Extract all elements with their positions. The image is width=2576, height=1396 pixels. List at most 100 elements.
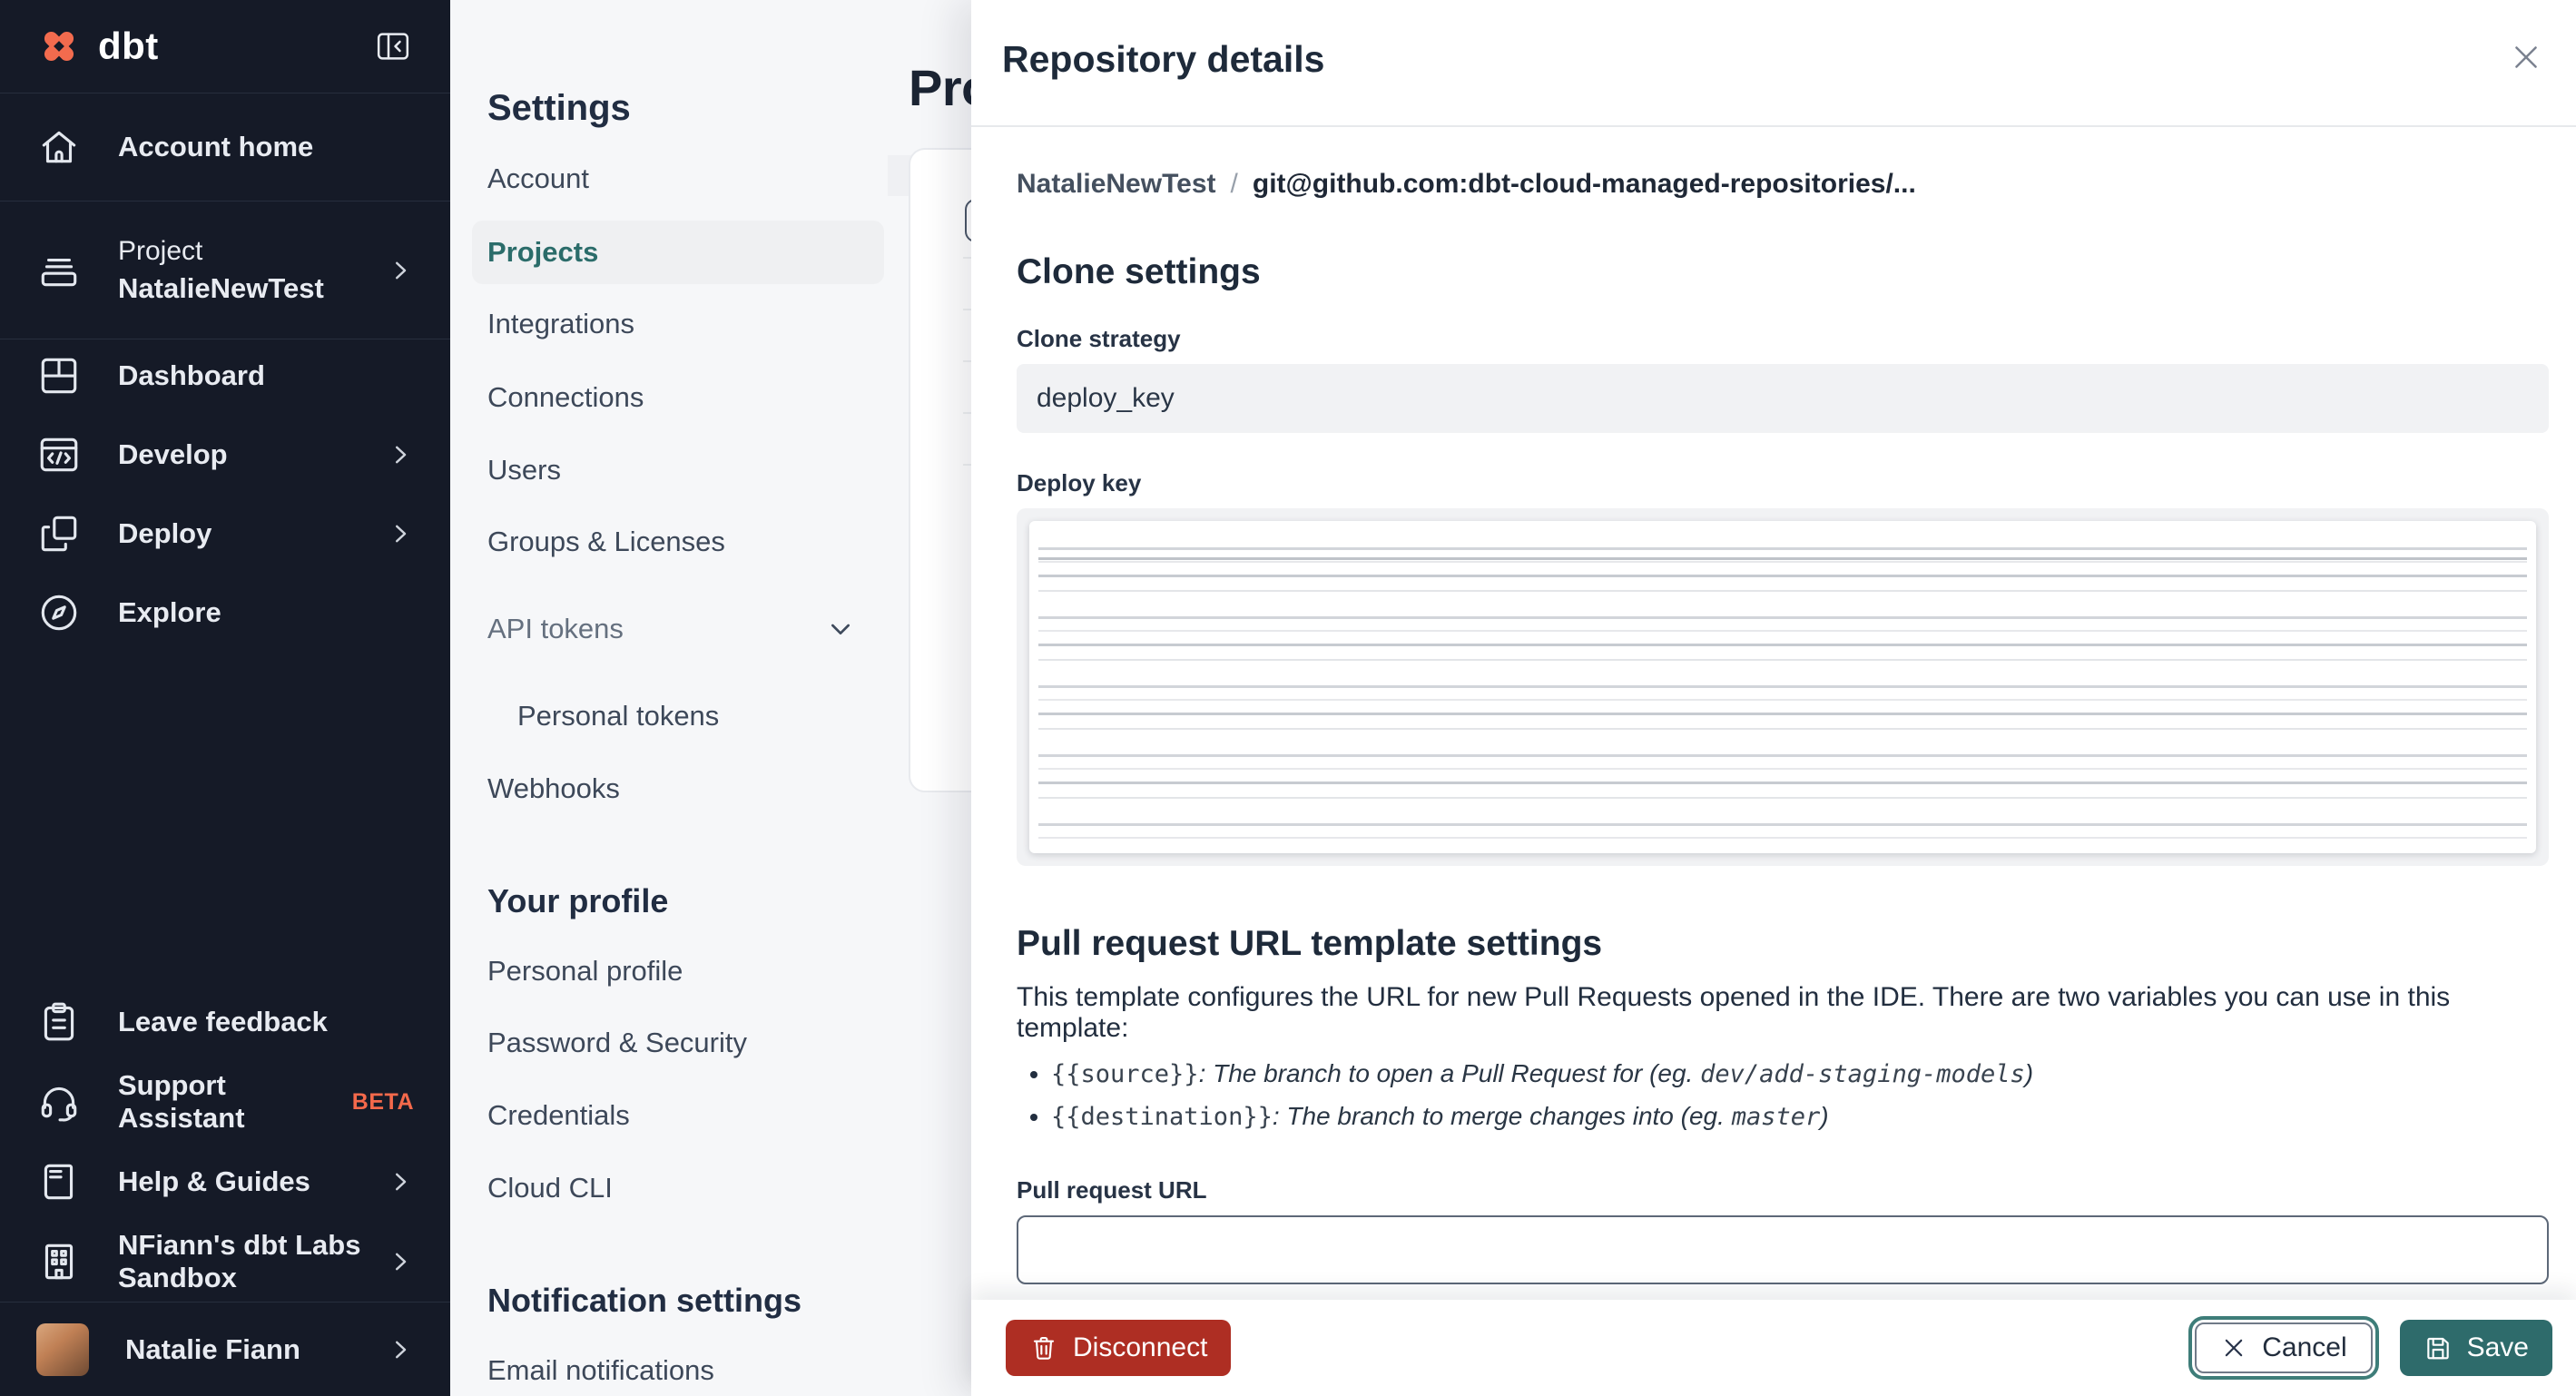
sidebar-collapse-button[interactable] [372,28,414,64]
project-name: NatalieNewTest [118,271,324,304]
sidebar-item-org-sandbox[interactable]: NFiann's dbt Labs Sandbox [0,1222,450,1302]
sidebar-item-develop[interactable]: Develop [0,415,450,494]
close-icon[interactable] [2503,34,2549,80]
sidebar-item-label: Dashboard [118,359,265,391]
sidebar-item-label: Explore [118,595,221,628]
sidebar-item-label: Deploy [118,516,212,549]
trash-icon [1029,1333,1058,1362]
dashboard-icon [36,353,82,398]
disconnect-button[interactable]: Disconnect [1006,1320,1232,1376]
project-label: Project [118,235,203,266]
sidebar-item-label: Develop [118,437,228,470]
nav-item-groups-licenses[interactable]: Groups & Licenses [487,526,725,558]
sidebar-header: dbt [0,0,450,93]
settings-nav-title: Settings [487,88,631,128]
clone-strategy-label: Clone strategy [1017,325,1181,352]
sidebar-item-label: Leave feedback [118,1006,328,1037]
save-button[interactable]: Save [2399,1320,2552,1376]
sidebar-item-leave-feedback[interactable]: Leave feedback [0,982,450,1062]
sidebar-item-user[interactable]: Natalie Fiann [0,1302,450,1396]
clone-settings-heading: Clone settings [1017,252,1261,291]
sidebar-item-label: Help & Guides [118,1165,310,1197]
headset-icon [36,1079,82,1125]
building-icon [36,1239,82,1284]
destination-variable-code: {{destination}} [1051,1103,1273,1131]
notification-settings-heading: Notification settings [487,1282,802,1319]
sidebar-item-support-assistant[interactable]: Support Assistant BETA [0,1062,450,1142]
beta-badge: BETA [351,1088,414,1115]
source-variable-close: ) [2024,1059,2034,1087]
clipboard-icon [36,999,82,1045]
cancel-button[interactable]: Cancel [2188,1316,2379,1380]
sidebar-item-project[interactable]: Project NatalieNewTest [0,202,450,339]
sidebar-item-deploy[interactable]: Deploy [0,494,450,573]
source-variable-example: dev/add-staging-models [1700,1060,2025,1088]
chevron-right-icon [387,257,414,284]
pr-template-description: This template configures the URL for new… [1017,982,2451,1043]
deploy-key-redacted-content [1029,521,2536,853]
sidebar-item-help-guides[interactable]: Help & Guides [0,1142,450,1222]
list-item-destination: {{destination}}: The branch to merge cha… [1051,1096,2549,1138]
breadcrumb-repo: git@github.com:dbt-cloud-managed-reposit… [1252,169,1916,199]
nav-item-password-security[interactable]: Password & Security [487,1027,747,1059]
nav-item-users[interactable]: Users [487,454,561,487]
chevron-right-icon [387,1248,414,1275]
chevron-down-icon[interactable] [826,614,855,644]
sidebar-item-dashboard[interactable]: Dashboard [0,336,450,415]
user-name: Natalie Fiann [125,1332,300,1365]
panel-header: Repository details [971,0,2576,127]
settings-nav: Settings Account Projects Integrations C… [450,0,888,1396]
save-button-label: Save [2466,1332,2529,1362]
sidebar-item-label: Support Assistant [118,1069,245,1134]
chevron-right-icon [387,441,414,468]
nav-item-personal-profile[interactable]: Personal profile [487,955,683,988]
pull-request-url-label: Pull request URL [1017,1176,1207,1204]
save-disk-icon [2424,1333,2453,1362]
develop-code-icon [36,432,82,477]
nav-item-cloud-cli[interactable]: Cloud CLI [487,1172,613,1204]
nav-item-credentials[interactable]: Credentials [487,1099,630,1132]
pr-template-variables-list: {{source}}: The branch to open a Pull Re… [1017,1053,2549,1138]
chevron-right-icon [387,1336,414,1363]
your-profile-heading: Your profile [487,882,669,919]
nav-item-connections[interactable]: Connections [487,381,644,414]
pull-request-url-input[interactable] [1017,1215,2549,1284]
breadcrumb-project[interactable]: NatalieNewTest [1017,169,1216,200]
deploy-icon [36,511,82,556]
disconnect-button-label: Disconnect [1073,1332,1208,1362]
panel-body: NatalieNewTest / git@github.com:dbt-clou… [1017,129,2549,1300]
nav-item-webhooks[interactable]: Webhooks [487,772,620,805]
sidebar-item-explore[interactable]: Explore [0,573,450,652]
deploy-key-field[interactable] [1017,508,2549,866]
repository-details-panel: Repository details NatalieNewTest / git@… [971,0,2576,1396]
destination-variable-close: ) [1820,1102,1829,1130]
source-variable-text: : The branch to open a Pull Request for … [1198,1059,1701,1087]
nav-item-integrations[interactable]: Integrations [487,308,634,340]
explore-compass-icon [36,590,82,635]
sidebar-item-account-home[interactable]: Account home [0,93,450,202]
sidebar-bottom: Leave feedback Support Assistant BETA He… [0,982,450,1396]
nav-item-api-tokens[interactable]: API tokens [487,613,624,645]
panel-footer: Disconnect Cancel Save [971,1300,2576,1396]
breadcrumb: NatalieNewTest / git@github.com:dbt-clou… [1017,169,2549,200]
destination-variable-example: master [1731,1103,1821,1131]
nav-item-projects-label: Projects [487,236,599,268]
list-item-source: {{source}}: The branch to open a Pull Re… [1051,1053,2549,1096]
app-sidebar: dbt Account home Project NatalieNewTest … [0,0,450,1396]
pr-template-heading: Pull request URL template settings [1017,924,1603,963]
source-variable-code: {{source}} [1051,1060,1199,1088]
sidebar-item-label: NFiann's dbt Labs Sandbox [118,1229,361,1293]
nav-item-account[interactable]: Account [487,162,589,195]
x-icon [2220,1334,2247,1362]
book-icon [36,1159,82,1204]
nav-item-email-notifications[interactable]: Email notifications [487,1354,714,1387]
clone-strategy-value: deploy_key [1017,364,2549,433]
redacted-key-lines [1038,534,2527,841]
breadcrumb-separator: / [1230,169,1238,199]
nav-item-projects[interactable]: Projects [472,221,884,284]
nav-item-personal-tokens[interactable]: Personal tokens [517,700,719,732]
sidebar-menu: Dashboard Develop Deploy Explore [0,336,450,652]
deploy-key-label: Deploy key [1017,469,1142,496]
sidebar-item-label: Account home [118,131,314,162]
user-avatar [36,1322,89,1376]
